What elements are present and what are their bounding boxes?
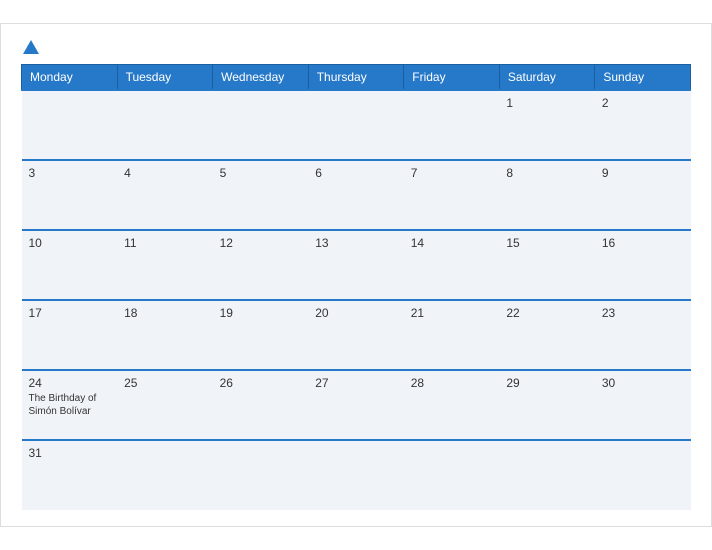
day-number: 20 <box>315 306 397 320</box>
calendar-day-cell: 24 The Birthday of Simón Bolívar <box>22 370 118 440</box>
calendar-day-cell: 20 <box>308 300 404 370</box>
calendar-day-cell: 31 <box>22 440 118 510</box>
day-number: 25 <box>124 376 206 390</box>
calendar-day-cell: 16 <box>595 230 691 300</box>
day-number: 17 <box>29 306 111 320</box>
day-number: 11 <box>124 236 206 250</box>
weekday-header-wednesday: Wednesday <box>213 65 309 91</box>
day-number: 8 <box>506 166 588 180</box>
calendar-day-cell: 28 <box>404 370 500 440</box>
day-number: 9 <box>602 166 684 180</box>
calendar-day-cell: 10 <box>22 230 118 300</box>
calendar-week-row: 17 18 19 20 21 22 23 <box>22 300 691 370</box>
calendar-day-cell: 12 <box>213 230 309 300</box>
day-number: 5 <box>220 166 302 180</box>
day-number: 22 <box>506 306 588 320</box>
calendar-day-cell: 2 <box>595 90 691 160</box>
day-number: 16 <box>602 236 684 250</box>
weekday-header-friday: Friday <box>404 65 500 91</box>
calendar-day-cell: 27 <box>308 370 404 440</box>
day-event: The Birthday of Simón Bolívar <box>29 392 111 418</box>
calendar-day-cell <box>117 90 213 160</box>
day-number: 18 <box>124 306 206 320</box>
calendar-day-cell: 11 <box>117 230 213 300</box>
day-number: 14 <box>411 236 493 250</box>
day-number: 19 <box>220 306 302 320</box>
calendar-day-cell: 29 <box>499 370 595 440</box>
day-number: 3 <box>29 166 111 180</box>
calendar-day-cell <box>117 440 213 510</box>
calendar-day-cell: 9 <box>595 160 691 230</box>
day-number: 12 <box>220 236 302 250</box>
calendar-day-cell: 7 <box>404 160 500 230</box>
day-number: 15 <box>506 236 588 250</box>
calendar-day-cell: 18 <box>117 300 213 370</box>
calendar-day-cell <box>404 440 500 510</box>
day-number: 13 <box>315 236 397 250</box>
calendar-day-cell: 23 <box>595 300 691 370</box>
day-number: 21 <box>411 306 493 320</box>
calendar-day-cell: 8 <box>499 160 595 230</box>
day-number: 26 <box>220 376 302 390</box>
calendar-container: MondayTuesdayWednesdayThursdayFridaySatu… <box>0 23 712 527</box>
day-number: 29 <box>506 376 588 390</box>
day-number: 10 <box>29 236 111 250</box>
weekday-header-row: MondayTuesdayWednesdayThursdayFridaySatu… <box>22 65 691 91</box>
calendar-day-cell <box>22 90 118 160</box>
calendar-week-row: 10 11 12 13 14 15 16 <box>22 230 691 300</box>
day-number: 6 <box>315 166 397 180</box>
calendar-day-cell: 14 <box>404 230 500 300</box>
weekday-header-thursday: Thursday <box>308 65 404 91</box>
logo-triangle-icon <box>23 40 39 54</box>
day-number: 30 <box>602 376 684 390</box>
calendar-day-cell: 1 <box>499 90 595 160</box>
day-number: 31 <box>29 446 111 460</box>
weekday-header-sunday: Sunday <box>595 65 691 91</box>
calendar-day-cell: 25 <box>117 370 213 440</box>
calendar-day-cell: 6 <box>308 160 404 230</box>
calendar-day-cell: 3 <box>22 160 118 230</box>
calendar-week-row: 24 The Birthday of Simón Bolívar 25 26 27 28 2… <box>22 370 691 440</box>
weekday-header-monday: Monday <box>22 65 118 91</box>
day-number: 28 <box>411 376 493 390</box>
calendar-day-cell <box>213 90 309 160</box>
calendar-day-cell: 19 <box>213 300 309 370</box>
weekday-header-tuesday: Tuesday <box>117 65 213 91</box>
calendar-week-row: 31 <box>22 440 691 510</box>
logo <box>21 40 39 54</box>
calendar-day-cell: 4 <box>117 160 213 230</box>
calendar-day-cell <box>595 440 691 510</box>
calendar-day-cell: 15 <box>499 230 595 300</box>
day-number: 2 <box>602 96 684 110</box>
calendar-day-cell: 22 <box>499 300 595 370</box>
calendar-day-cell: 26 <box>213 370 309 440</box>
calendar-day-cell: 21 <box>404 300 500 370</box>
calendar-day-cell <box>213 440 309 510</box>
calendar-day-cell: 13 <box>308 230 404 300</box>
calendar-day-cell: 5 <box>213 160 309 230</box>
weekday-header-saturday: Saturday <box>499 65 595 91</box>
day-number: 4 <box>124 166 206 180</box>
calendar-header <box>21 40 691 54</box>
calendar-day-cell <box>499 440 595 510</box>
day-number: 23 <box>602 306 684 320</box>
calendar-day-cell <box>308 440 404 510</box>
day-number: 7 <box>411 166 493 180</box>
day-number: 24 <box>29 376 111 390</box>
day-number: 27 <box>315 376 397 390</box>
calendar-day-cell <box>308 90 404 160</box>
calendar-day-cell <box>404 90 500 160</box>
calendar-day-cell: 17 <box>22 300 118 370</box>
day-number: 1 <box>506 96 588 110</box>
calendar-week-row: 12 <box>22 90 691 160</box>
calendar-day-cell: 30 <box>595 370 691 440</box>
calendar-week-row: 3456789 <box>22 160 691 230</box>
calendar-table: MondayTuesdayWednesdayThursdayFridaySatu… <box>21 64 691 510</box>
